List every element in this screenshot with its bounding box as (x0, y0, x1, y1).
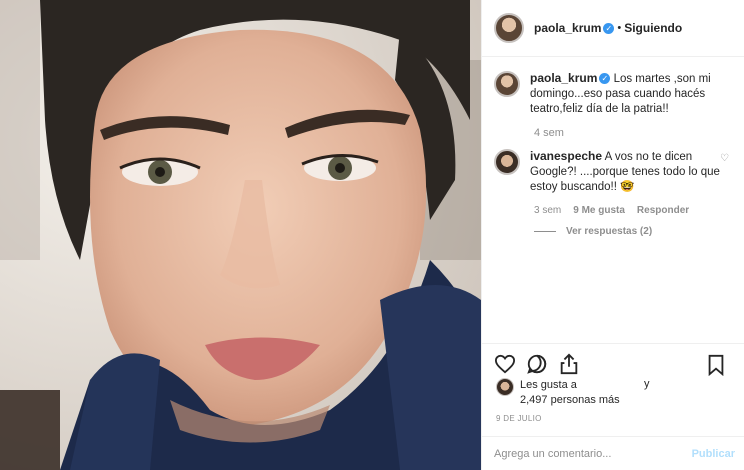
caption-username[interactable]: paola_krum (530, 71, 597, 85)
likes-line-1: Les gusta a (520, 379, 577, 391)
separator-dot: • (617, 22, 622, 34)
likes-connector: y (644, 378, 650, 390)
commenter-username[interactable]: ivanespeche (530, 149, 602, 163)
following-button[interactable]: Siguiendo (624, 21, 682, 35)
caption-body: paola_krum ✓ Los martes ,son mi domingo..… (530, 71, 730, 117)
like-comment-heart-icon[interactable]: ♡ (720, 153, 729, 164)
publish-button[interactable]: Publicar (692, 448, 735, 460)
comment-item: ivanespeche A vos no te dicen Google?! .… (494, 149, 733, 195)
action-bar (482, 343, 744, 383)
comment-body: ivanespeche A vos no te dicen Google?! .… (530, 149, 720, 195)
verified-icon: ✓ (599, 73, 611, 85)
commenter-avatar[interactable] (494, 149, 520, 175)
comment-input[interactable] (494, 447, 692, 460)
reply-button[interactable]: Responder (637, 205, 689, 216)
add-comment-bar: Publicar (482, 436, 744, 470)
likes-summary: Les gusta a 2,497 personas más y (496, 378, 650, 408)
bookmark-icon[interactable] (703, 352, 729, 378)
selfie-image (0, 0, 481, 470)
comment-likes[interactable]: 9 Me gusta (573, 205, 625, 216)
caption-time[interactable]: 4 sem (534, 127, 733, 139)
heart-icon[interactable] (492, 351, 518, 377)
post-header: paola_krum ✓ • Siguiendo (482, 0, 744, 57)
likes-count[interactable]: 2,497 personas más (520, 393, 620, 408)
caption-avatar[interactable] (494, 71, 520, 97)
share-icon[interactable] (556, 351, 582, 377)
view-replies-button[interactable]: Ver respuestas (2) (534, 226, 733, 237)
post-side-panel: paola_krum ✓ • Siguiendo paola_krum ✓ Los… (481, 0, 744, 470)
comment-meta: 3 sem 9 Me gusta Responder (534, 205, 733, 216)
replies-line (534, 231, 556, 232)
header-text: paola_krum ✓ • Siguiendo (534, 21, 682, 35)
comments-section: paola_krum ✓ Los martes ,son mi domingo..… (482, 57, 744, 343)
view-replies-label: Ver respuestas (2) (566, 226, 653, 237)
comment-time[interactable]: 3 sem (534, 205, 561, 216)
instagram-post: paola_krum ✓ • Siguiendo paola_krum ✓ Los… (0, 0, 744, 470)
likes-text: Les gusta a 2,497 personas más (520, 378, 620, 408)
comment-icon[interactable] (524, 351, 550, 377)
post-date[interactable]: 9 DE JULIO (496, 414, 542, 423)
verified-icon: ✓ (603, 22, 615, 34)
author-avatar[interactable] (494, 13, 524, 43)
caption: paola_krum ✓ Los martes ,son mi domingo..… (494, 71, 733, 117)
liker-avatar[interactable] (496, 378, 514, 396)
post-photo[interactable] (0, 0, 481, 470)
author-username[interactable]: paola_krum (534, 21, 601, 35)
